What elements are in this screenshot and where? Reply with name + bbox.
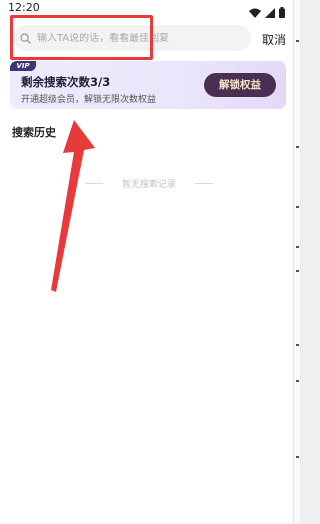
battery-icon (279, 3, 285, 22)
edge-mark (296, 270, 299, 272)
search-box[interactable] (13, 25, 251, 51)
edge-mark (296, 206, 299, 208)
adjacent-window-edge (293, 0, 300, 524)
wifi-icon (249, 3, 261, 22)
search-row: 取消 (0, 24, 293, 54)
cancel-button[interactable]: 取消 (262, 31, 286, 48)
vip-banner[interactable]: VIP 剩余搜索次数3/3 开通超级会员，解锁无限次数权益 解锁权益 (10, 61, 286, 109)
vip-subtitle: 开通超级会员，解锁无限次数权益 (21, 95, 157, 105)
search-icon (20, 32, 31, 44)
status-icons (249, 3, 285, 22)
edge-mark (296, 456, 299, 458)
vip-tag: VIP (10, 61, 36, 71)
divider-right (194, 182, 213, 184)
app-screen: 12:20 取消 VIP 剩余搜索次数3 (0, 0, 293, 524)
edge-mark (296, 380, 299, 382)
edge-mark (296, 344, 299, 346)
edge-mark (296, 246, 299, 248)
edge-mark (296, 40, 299, 42)
status-time: 12:20 (8, 1, 40, 14)
empty-state: 暂无搜索记录 (85, 177, 213, 190)
edge-mark (296, 146, 299, 148)
empty-state-text: 暂无搜索记录 (121, 179, 176, 190)
remaining-searches-title: 剩余搜索次数3/3 (21, 75, 111, 89)
unlock-benefits-button[interactable]: 解锁权益 (204, 73, 276, 97)
divider-left (85, 182, 103, 184)
search-input[interactable] (37, 32, 237, 44)
signal-icon (265, 3, 275, 22)
search-history-title: 搜索历史 (12, 126, 56, 139)
status-bar: 12:20 (0, 0, 293, 18)
